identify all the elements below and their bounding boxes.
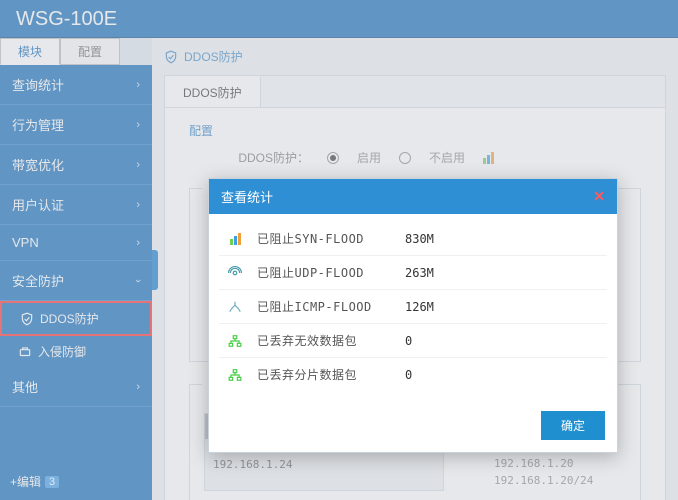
modal-footer: 确定 — [209, 399, 617, 452]
stat-row-frag: 已丢弃分片数据包 0 — [219, 358, 607, 391]
wave-icon — [225, 266, 245, 280]
stat-row-icmp: 已阻止ICMP-FLOOD 126M — [219, 290, 607, 324]
bars-icon — [225, 233, 245, 245]
close-icon[interactable]: ✕ — [593, 188, 605, 205]
network-icon — [225, 334, 245, 348]
ok-button[interactable]: 确定 — [541, 411, 605, 440]
modal-title: 查看统计 — [221, 187, 273, 206]
ping-icon — [225, 300, 245, 314]
stat-row-syn: 已阻止SYN-FLOOD 830M — [219, 222, 607, 256]
stat-row-udp: 已阻止UDP-FLOOD 263M — [219, 256, 607, 290]
stat-value: 126M — [405, 300, 601, 314]
stat-label: 已阻止SYN-FLOOD — [245, 230, 405, 247]
stat-value: 830M — [405, 232, 601, 246]
stat-label: 已阻止ICMP-FLOOD — [245, 298, 405, 315]
modal-body: 已阻止SYN-FLOOD 830M 已阻止UDP-FLOOD 263M 已阻止I… — [209, 214, 617, 399]
stat-label: 已丢弃无效数据包 — [245, 332, 405, 349]
stat-row-invalid: 已丢弃无效数据包 0 — [219, 324, 607, 358]
stat-label: 已阻止UDP-FLOOD — [245, 264, 405, 281]
stat-value: 0 — [405, 368, 601, 382]
network-icon — [225, 368, 245, 382]
stat-label: 已丢弃分片数据包 — [245, 366, 405, 383]
modal-header[interactable]: 查看统计 ✕ — [209, 179, 617, 214]
stat-value: 263M — [405, 266, 601, 280]
stat-value: 0 — [405, 334, 601, 348]
stats-modal: 查看统计 ✕ 已阻止SYN-FLOOD 830M 已阻止UDP-FLOOD 26… — [208, 178, 618, 453]
